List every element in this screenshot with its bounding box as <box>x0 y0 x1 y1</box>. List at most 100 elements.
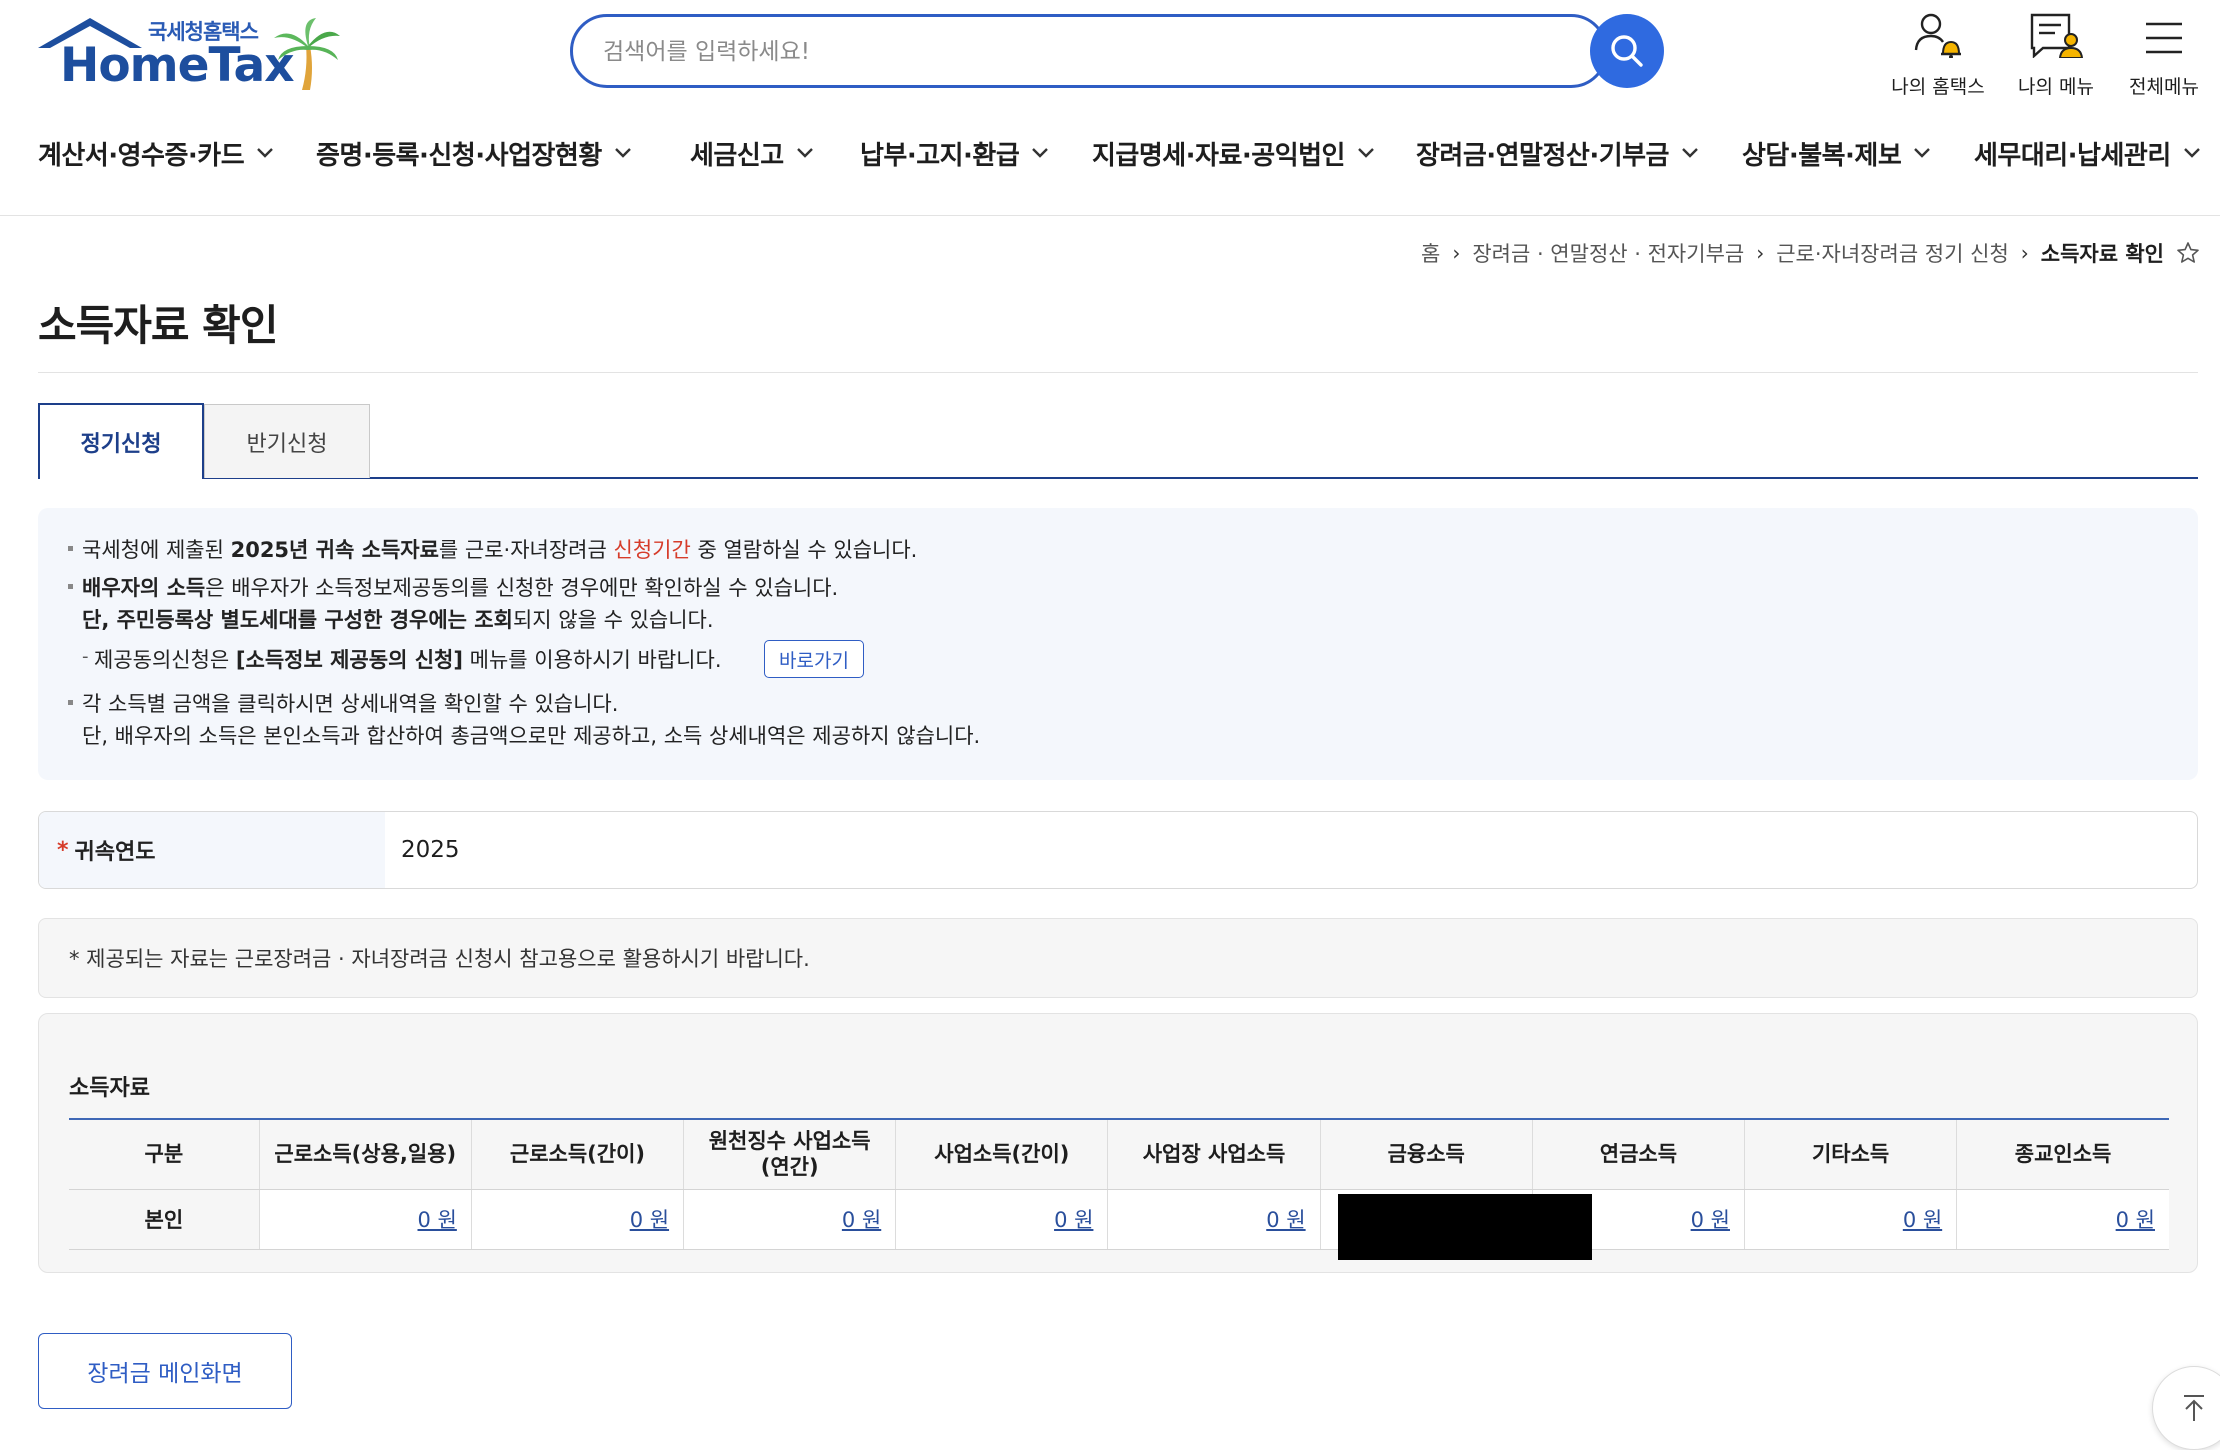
tab-half-year-application[interactable]: 반기신청 <box>204 404 370 478</box>
my-hometax-label: 나의 홈택스 <box>1891 76 1985 98</box>
table-cell: 0 원 <box>683 1189 897 1250</box>
table-cell: 0 원 <box>895 1189 1109 1250</box>
chevron-right-icon: › <box>2020 241 2029 265</box>
notice-line-3: 단, 주민등록상 별도세대를 구성한 경우에는 조회되지 않을 수 있습니다. <box>82 604 714 634</box>
column-header: 사업소득(간이) <box>895 1118 1109 1190</box>
notice-text-highlight: 신청기간 <box>613 538 691 562</box>
notice-text: 국세청에 제출된 <box>82 538 231 562</box>
gnb-label: 지급명세·자료·공익법인 <box>1092 140 1345 171</box>
goto-consent-button[interactable]: 바로가기 <box>764 640 864 678</box>
notice-text: 를 근로·자녀장려금 <box>438 538 614 562</box>
column-header: 사업장 사업소득 <box>1107 1118 1321 1190</box>
income-amount-link[interactable]: 0 원 <box>1266 1208 1305 1232</box>
column-header: 금융소득 <box>1320 1118 1533 1190</box>
search-icon <box>1611 35 1643 67</box>
breadcrumb-level1[interactable]: 장려금 · 연말정산 · 전자기부금 <box>1472 238 1744 268</box>
arrow-up-icon <box>2184 1395 2204 1421</box>
redacted-block <box>1338 1194 1592 1260</box>
all-menu-button[interactable]: 전체메뉴 <box>2104 12 2220 98</box>
palm-tree-icon <box>274 18 340 90</box>
notice-line-6: 단, 배우자의 소득은 본인소득과 합산하여 총금액으로만 제공하고, 소득 상… <box>82 724 981 748</box>
gnb-item-statement[interactable]: 지급명세·자료·공익법인 <box>1092 128 1375 178</box>
my-menu-button[interactable]: 나의 메뉴 <box>1996 12 2116 98</box>
notice-text: 되지 않을 수 있습니다. <box>512 608 714 632</box>
bullet-icon <box>68 546 73 551</box>
breadcrumb-home[interactable]: 홈 <box>1421 238 1440 268</box>
notice-line-4: 제공동의신청은 [소득정보 제공동의 신청] 메뉴를 이용하시기 바랍니다. <box>94 644 722 674</box>
my-hometax-button[interactable]: 나의 홈택스 <box>1878 12 1998 98</box>
breadcrumb: 홈 › 장려금 · 연말정산 · 전자기부금 › 근로·자녀장려금 정기 신청 … <box>1421 236 2200 270</box>
notice-line-1: 국세청에 제출된 2025년 귀속 소득자료를 근로·자녀장려금 신청기간 중 … <box>82 534 917 564</box>
gnb-item-payment[interactable]: 납부·고지·환급 <box>860 128 1049 178</box>
gnb-item-tax-return[interactable]: 세금신고 <box>690 128 814 178</box>
column-header: 구분 <box>69 1118 260 1190</box>
year-value: 2025 <box>401 837 460 863</box>
gnb-item-invoice[interactable]: 계산서·영수증·카드 <box>38 128 274 178</box>
gnb-item-agent[interactable]: 세무대리·납세관리 <box>1974 128 2201 178</box>
notice-text-bold: 배우자의 소득 <box>82 576 206 600</box>
page-title: 소득자료 확인 <box>38 301 278 350</box>
tab-regular-application[interactable]: 정기신청 <box>38 403 204 479</box>
gnb-item-certificate[interactable]: 증명·등록·신청·사업장현황 <box>316 128 632 178</box>
table-cell: 0 원 <box>259 1189 472 1250</box>
favorite-star-icon[interactable] <box>2176 241 2200 265</box>
income-data-panel: 소득자료 구분 근로소득(상용,일용) 근로소득(간이) 원천징수 사업소득 (연… <box>38 1013 2198 1273</box>
notice-text: 은 배우자가 소득정보제공동의를 신청한 경우에만 확인하실 수 있습니다. <box>205 576 839 600</box>
year-label-text: 귀속연도 <box>74 840 156 865</box>
income-amount-link[interactable]: 0 원 <box>418 1208 457 1232</box>
income-amount-link[interactable]: 0 원 <box>2116 1208 2155 1232</box>
table-header-row: 구분 근로소득(상용,일용) 근로소득(간이) 원천징수 사업소득 (연간) 사업… <box>69 1118 2169 1190</box>
income-amount-link[interactable]: 0 원 <box>1903 1208 1942 1232</box>
user-bell-icon <box>1914 13 1961 58</box>
gnb-item-consult[interactable]: 상담·불복·제보 <box>1742 128 1931 178</box>
title-divider <box>38 372 2198 373</box>
notice-text-bold: [소득정보 제공동의 신청] <box>235 648 463 672</box>
notice-text: 제공동의신청은 <box>94 648 236 672</box>
notice-text-bold: 단, 주민등록상 별도세대를 구성한 경우에는 조회 <box>82 608 513 632</box>
all-menu-label: 전체메뉴 <box>2129 76 2199 98</box>
chevron-down-icon <box>2183 147 2201 159</box>
hamburger-icon <box>2146 22 2182 54</box>
column-header: 기타소득 <box>1744 1118 1958 1190</box>
search-input[interactable] <box>603 35 1563 69</box>
income-table: 구분 근로소득(상용,일용) 근로소득(간이) 원천징수 사업소득 (연간) 사업… <box>69 1118 2169 1250</box>
income-amount-link[interactable]: 0 원 <box>630 1208 669 1232</box>
main-navigation: 계산서·영수증·카드 증명·등록·신청·사업장현황 세금신고 납부·고지·환급 … <box>0 128 2220 178</box>
gnb-label: 세금신고 <box>690 140 784 171</box>
breadcrumb-level2[interactable]: 근로·자녀장려금 정기 신청 <box>1776 238 2009 268</box>
column-header: 연금소득 <box>1532 1118 1745 1190</box>
column-header: 종교인소득 <box>1956 1118 2169 1190</box>
incentive-main-button[interactable]: 장려금 메인화면 <box>38 1333 292 1409</box>
chevron-down-icon <box>1913 147 1931 159</box>
hometax-logo[interactable]: 국세청홈택스 HomeTax <box>36 14 356 94</box>
gnb-label: 계산서·영수증·카드 <box>38 140 245 171</box>
reference-note: * 제공되는 자료는 근로장려금 · 자녀장려금 신청시 참고용으로 활용하시기… <box>38 918 2198 998</box>
income-amount-link[interactable]: 0 원 <box>842 1208 881 1232</box>
logo-wordmark: HomeTax <box>60 38 295 93</box>
gnb-item-incentive[interactable]: 장려금·연말정산·기부금 <box>1416 128 1699 178</box>
attribution-year-field: * 귀속연도 2025 <box>38 811 2198 889</box>
table-cell: 0 원 <box>471 1189 685 1250</box>
income-table-title: 소득자료 <box>69 1076 150 1101</box>
notice-box: 국세청에 제출된 2025년 귀속 소득자료를 근로·자녀장려금 신청기간 중 … <box>38 508 2198 780</box>
chevron-down-icon <box>1681 147 1699 159</box>
dash-icon: - <box>82 646 89 667</box>
chevron-down-icon <box>256 147 274 159</box>
bullet-icon <box>68 700 73 705</box>
scroll-top-button[interactable] <box>2152 1366 2220 1450</box>
chevron-down-icon <box>796 147 814 159</box>
column-header: 근로소득(간이) <box>471 1118 685 1190</box>
column-header: 원천징수 사업소득 (연간) <box>683 1118 897 1190</box>
menu-list-icon <box>2030 13 2083 58</box>
search-button[interactable] <box>1590 14 1664 88</box>
gnb-label: 상담·불복·제보 <box>1742 140 1902 171</box>
notice-text: 메뉴를 이용하시기 바랍니다. <box>462 648 722 672</box>
income-amount-link[interactable]: 0 원 <box>1054 1208 1093 1232</box>
income-amount-link[interactable]: 0 원 <box>1691 1208 1730 1232</box>
column-header-line: 원천징수 사업소득 <box>708 1129 871 1154</box>
bullet-icon <box>68 584 73 589</box>
notice-text-bold: 2025년 귀속 소득자료 <box>230 538 439 562</box>
required-mark: * <box>57 837 69 863</box>
breadcrumb-current: 소득자료 확인 <box>2040 242 2164 266</box>
site-header: 국세청홈택스 HomeTax 나의 홈택스 <box>0 0 2220 102</box>
